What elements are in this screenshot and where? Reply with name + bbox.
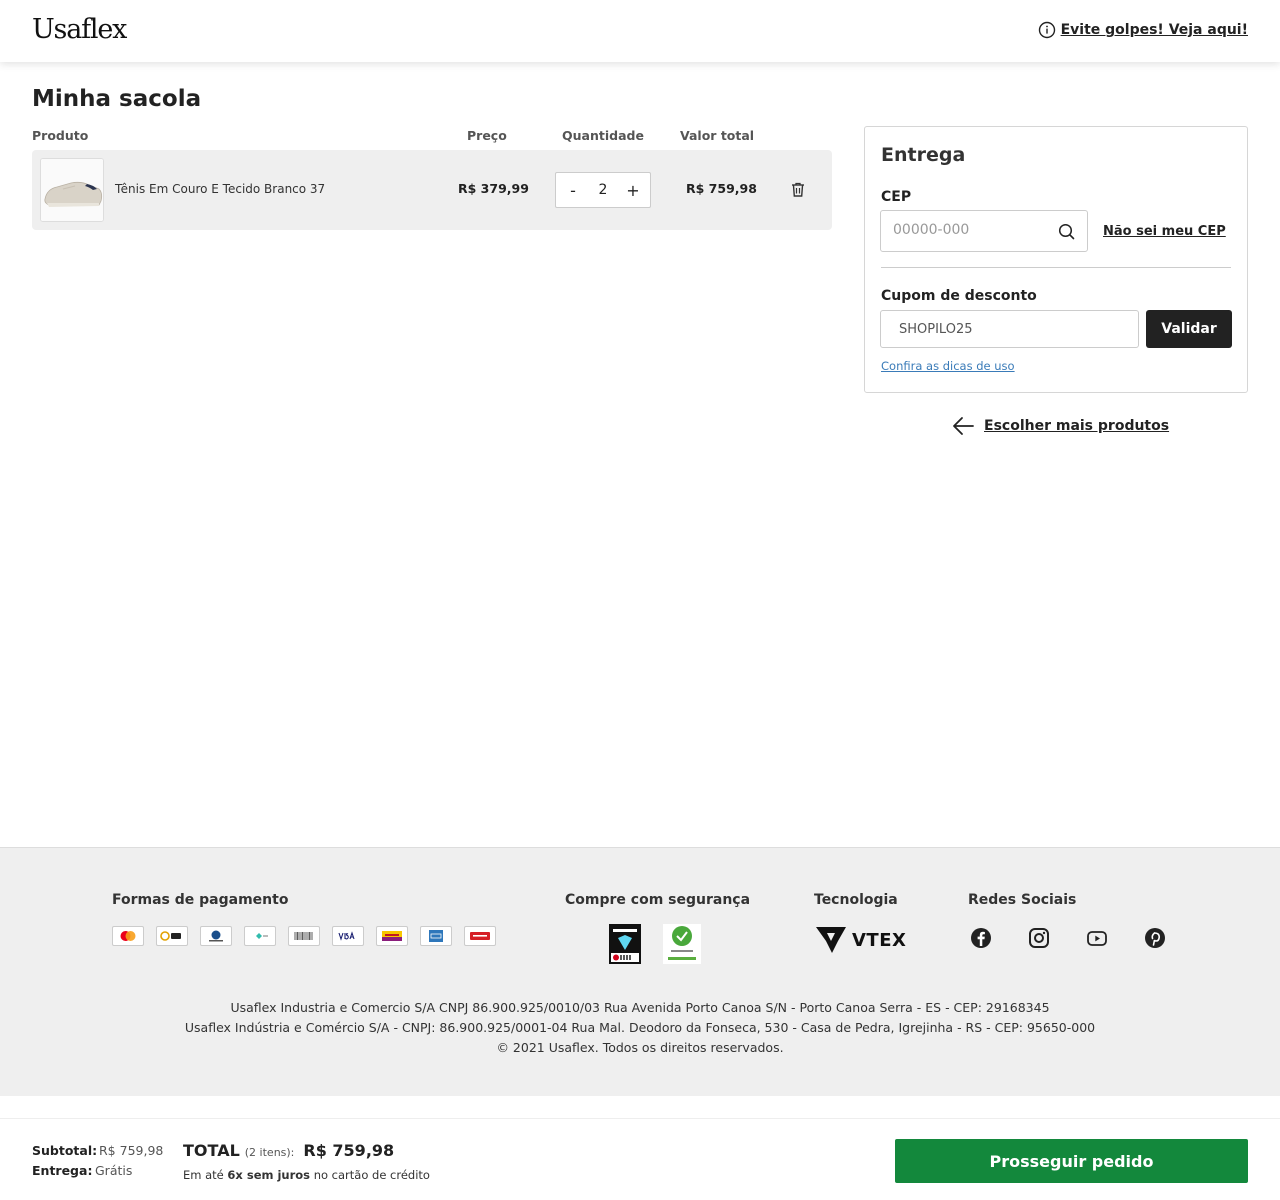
installments-terms: 6x sem juros [227, 1168, 311, 1182]
delivery-title: Entrega [881, 144, 966, 166]
social-title: Redes Sociais [968, 892, 1077, 908]
cep-field [880, 210, 1088, 252]
product-total: R$ 759,98 [686, 181, 757, 196]
copyright-line: © 2021 Usaflex. Todos os direitos reserv… [496, 1040, 784, 1055]
legal-line: Usaflex Indústria e Comércio S/A - CNPJ:… [184, 1020, 1096, 1035]
vtex-icon [816, 927, 846, 953]
technology-title: Tecnologia [814, 892, 898, 908]
coupon-input[interactable] [880, 310, 1139, 348]
installments-suffix: no cartão de crédito [313, 1168, 430, 1182]
legal-line: Usaflex Industria e Comercio S/A CNPJ 86… [230, 1000, 1050, 1015]
trash-icon[interactable] [790, 181, 806, 198]
security-title: Compre com segurança [565, 892, 751, 908]
search-icon[interactable] [1058, 223, 1075, 240]
vtex-label: VTEX [852, 929, 907, 951]
elo-icon [156, 926, 188, 946]
pix-icon [244, 926, 276, 946]
cart-item-row: Tênis Em Couro E Tecido Branco 37 R$ 379… [32, 150, 832, 230]
scam-warning-link[interactable]: Evite golpes! Veja aqui! [1038, 21, 1248, 39]
quantity-value[interactable]: 2 [599, 182, 608, 198]
hiper-icon [464, 926, 496, 946]
sneaker-image [41, 159, 103, 221]
site-footer: Formas de pagamento Compre com segurança… [0, 847, 1280, 1096]
column-header-product: Produto [32, 128, 89, 143]
total-label: TOTAL [183, 1141, 240, 1160]
coupon-label: Cupom de desconto [881, 288, 1037, 304]
scam-warning-label: Evite golpes! Veja aqui! [1060, 22, 1248, 38]
panel-divider [881, 267, 1231, 268]
more-products-label: Escolher mais produtos [984, 418, 1170, 434]
order-total: TOTAL (2 itens): R$ 759,98 [183, 1141, 394, 1160]
diners-icon [200, 926, 232, 946]
column-header-quantity: Quantidade [562, 128, 644, 143]
quantity-decrease-button[interactable]: - [566, 181, 580, 200]
amex-icon [420, 926, 452, 946]
instagram-icon[interactable] [1028, 927, 1050, 949]
facebook-icon[interactable] [970, 927, 992, 949]
boleto-icon [288, 926, 320, 946]
pinterest-icon[interactable] [1144, 927, 1166, 949]
quantity-stepper: - 2 + [555, 172, 651, 208]
product-price: R$ 379,99 [458, 181, 529, 196]
subtotal-value: R$ 759,98 [99, 1143, 164, 1158]
hipercard-icon [376, 926, 408, 946]
reclame-aqui-badge[interactable] [663, 924, 701, 964]
order-summary-bar: Subtotal: R$ 759,98 Entrega: Grátis TOTA… [0, 1118, 1280, 1200]
cep-label: CEP [881, 189, 912, 205]
visa-icon [332, 926, 364, 946]
arrow-left-icon [953, 417, 974, 435]
ebit-badge[interactable] [609, 924, 641, 964]
column-header-total: Valor total [680, 128, 755, 143]
product-name[interactable]: Tênis Em Couro E Tecido Branco 37 [115, 182, 325, 196]
info-icon [1038, 21, 1055, 39]
cep-input[interactable] [893, 222, 1053, 238]
proceed-order-button[interactable]: Prosseguir pedido [895, 1139, 1248, 1183]
usaflex-logo[interactable]: Usaflex [32, 14, 127, 45]
youtube-icon[interactable] [1086, 927, 1108, 949]
page-title: Minha sacola [32, 86, 202, 112]
legal-text: Usaflex Industria e Comercio S/A CNPJ 86… [0, 998, 1280, 1058]
more-products-link[interactable]: Escolher mais produtos [952, 416, 1169, 436]
total-value: R$ 759,98 [303, 1141, 395, 1160]
subtotal-label: Subtotal: [32, 1143, 98, 1158]
shipping-value: Grátis [95, 1163, 133, 1178]
vtex-logo[interactable]: VTEX [814, 925, 906, 955]
installments-info: Em até 6x sem juros no cartão de crédito [183, 1168, 430, 1182]
total-items: (2 itens): [244, 1146, 295, 1159]
installments-prefix: Em até [183, 1168, 224, 1182]
quantity-increase-button[interactable]: + [626, 181, 640, 200]
validate-coupon-button[interactable]: Validar [1146, 310, 1232, 348]
coupon-tips-link[interactable]: Confira as dicas de uso [881, 359, 1015, 373]
column-header-price: Preço [467, 128, 507, 143]
delivery-panel: Entrega CEP Não sei meu CEP Cupom de des… [864, 126, 1248, 393]
site-header: Usaflex Evite golpes! Veja aqui! [0, 0, 1280, 62]
mastercard-icon [112, 926, 144, 946]
cep-help-link[interactable]: Não sei meu CEP [1103, 224, 1226, 239]
payment-methods-title: Formas de pagamento [112, 892, 289, 908]
product-thumbnail[interactable] [40, 158, 104, 222]
payment-methods-list [112, 926, 496, 946]
shipping-label: Entrega: [32, 1163, 93, 1178]
